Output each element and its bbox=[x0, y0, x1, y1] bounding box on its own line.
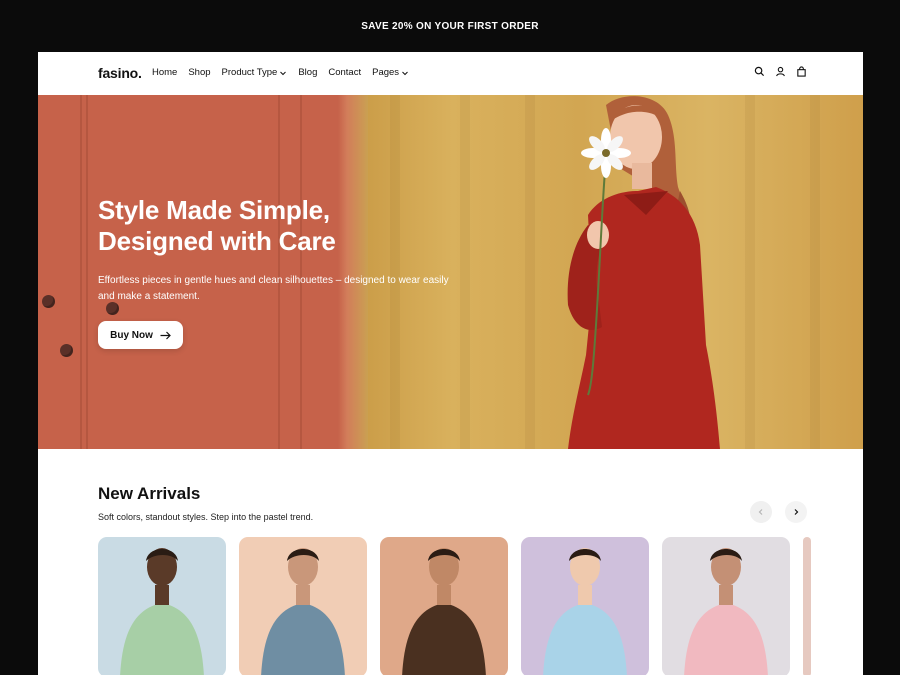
chevron-down-icon bbox=[280, 71, 287, 75]
nav-label: Pages bbox=[372, 67, 400, 78]
hero-model-image bbox=[567, 96, 720, 449]
nav-label: Shop bbox=[188, 67, 211, 78]
nav-label: Contact bbox=[328, 67, 362, 78]
user-icon[interactable] bbox=[775, 66, 786, 77]
nav-shop[interactable]: Shop bbox=[188, 67, 210, 78]
nav-product-type[interactable]: Product Type bbox=[222, 67, 288, 78]
buy-now-button[interactable]: Buy Now bbox=[98, 321, 183, 349]
carousel-next-button[interactable] bbox=[785, 501, 807, 523]
page-frame: fasino. Home Shop Product Type Blog Cont… bbox=[38, 52, 863, 675]
hero-title-line: Designed with Care bbox=[98, 226, 336, 256]
nav-contact[interactable]: Contact bbox=[328, 67, 361, 78]
section-subtitle: Soft colors, standout styles. Step into … bbox=[98, 512, 314, 522]
chevron-left-icon bbox=[758, 509, 763, 515]
header-icons bbox=[754, 66, 807, 77]
promo-bar: SAVE 20% ON YOUR FIRST ORDER bbox=[0, 0, 900, 52]
hero-subtitle-line: Effortless pieces in gentle hues and cle… bbox=[98, 275, 449, 286]
hero-title: Style Made Simple, Designed with Care bbox=[98, 195, 336, 257]
product-card[interactable] bbox=[98, 537, 226, 675]
search-icon[interactable] bbox=[754, 66, 765, 77]
carousel-prev-button[interactable] bbox=[750, 501, 772, 523]
buy-now-label: Buy Now bbox=[110, 329, 153, 341]
nav-blog[interactable]: Blog bbox=[298, 67, 317, 78]
hero-title-line: Style Made Simple, bbox=[98, 195, 330, 225]
bag-icon[interactable] bbox=[796, 66, 807, 77]
hero-subtitle: Effortless pieces in gentle hues and cle… bbox=[98, 273, 458, 305]
nav-label: Home bbox=[152, 67, 178, 78]
product-image bbox=[98, 537, 226, 675]
product-image bbox=[521, 537, 649, 675]
product-card[interactable] bbox=[662, 537, 790, 675]
product-image bbox=[239, 537, 367, 675]
nav-label: Blog bbox=[298, 67, 318, 78]
product-image bbox=[662, 537, 790, 675]
product-carousel bbox=[98, 537, 863, 675]
chevron-down-icon bbox=[402, 71, 408, 75]
hero-door-background bbox=[38, 95, 350, 449]
nav-home[interactable]: Home bbox=[152, 67, 177, 78]
chevron-right-icon bbox=[794, 509, 799, 515]
nav-pages[interactable]: Pages bbox=[372, 67, 409, 78]
arrow-right-icon bbox=[160, 331, 171, 339]
hero-subtitle-line: and make a statement. bbox=[98, 291, 200, 302]
main-nav: Home Shop Product Type Blog Contact Page… bbox=[152, 67, 420, 78]
product-card[interactable] bbox=[521, 537, 649, 675]
hero-banner: Style Made Simple, Designed with Care Ef… bbox=[38, 95, 863, 449]
site-header: fasino. Home Shop Product Type Blog Cont… bbox=[38, 52, 863, 95]
promo-text: SAVE 20% ON YOUR FIRST ORDER bbox=[361, 20, 539, 32]
product-card[interactable] bbox=[239, 537, 367, 675]
product-image bbox=[380, 537, 508, 675]
nav-label: Product Type bbox=[221, 67, 278, 78]
logo[interactable]: fasino. bbox=[98, 65, 142, 81]
product-card-partial[interactable] bbox=[803, 537, 811, 675]
product-card[interactable] bbox=[380, 537, 508, 675]
section-title: New Arrivals bbox=[98, 484, 201, 503]
